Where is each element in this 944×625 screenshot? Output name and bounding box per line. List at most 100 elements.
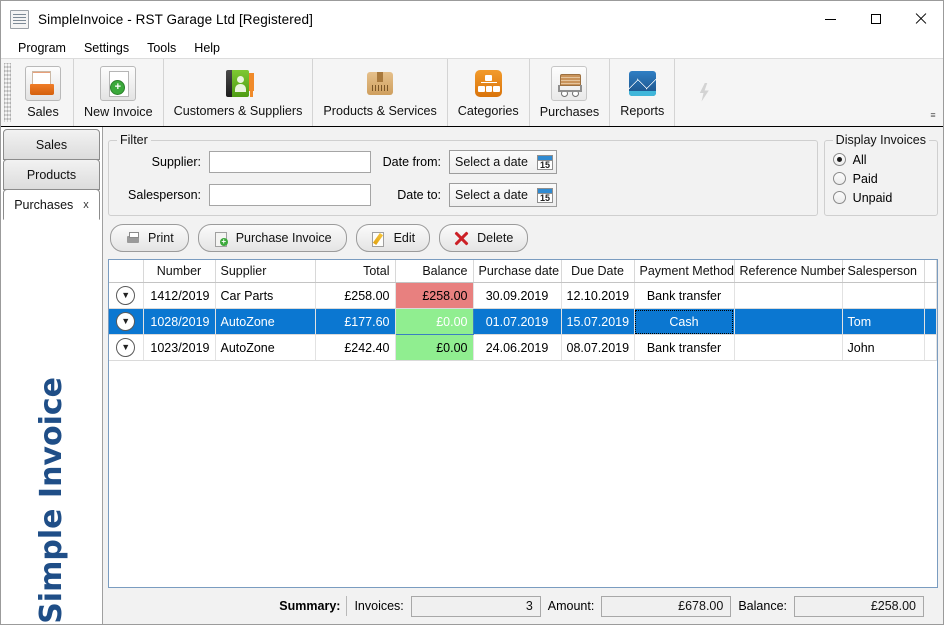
cell-filler [924,308,937,335]
cell-total[interactable]: £242.40 [315,334,396,361]
radio-unpaid[interactable]: Unpaid [832,188,929,207]
date-from-picker[interactable]: Select a date 15 [449,150,557,174]
toolbar-button-new-invoice[interactable]: New Invoice [74,59,164,126]
close-button[interactable] [898,1,943,37]
toolbar-button-customers-suppliers[interactable]: Customers & Suppliers [164,59,314,126]
invoices-grid[interactable]: Number Supplier Total Balance Purchase d… [108,259,938,588]
cell-balance[interactable]: £0.00 [395,334,474,361]
date-to-value: Select a date [455,188,528,202]
menu-help[interactable]: Help [185,39,229,57]
col-due-date[interactable]: Due Date [561,260,635,283]
toolbar-button-products-services[interactable]: Products & Services [313,59,448,126]
col-salesperson[interactable]: Salesperson [842,260,925,283]
cell-due-date[interactable]: 08.07.2019 [561,334,635,361]
salesperson-input[interactable] [209,184,371,206]
expand-row-button[interactable]: ▼ [109,334,144,361]
cell-reference-number[interactable] [734,308,843,335]
print-button[interactable]: Print [110,224,189,252]
radio-paid-icon [832,172,846,185]
close-tab-icon[interactable]: x [83,199,89,211]
supplier-input[interactable] [209,151,371,173]
delete-x-icon [454,231,470,246]
cell-payment-method[interactable]: Cash [634,308,735,335]
sales-folder-icon [25,65,61,101]
col-purchase-date[interactable]: Purchase date [473,260,562,283]
cell-balance[interactable]: £0.00 [394,308,474,335]
sidebar-tab-rail: Sales Products Purchases x Simple Invoic… [1,127,103,624]
cell-total[interactable]: £177.60 [315,308,396,335]
cell-number[interactable]: 1023/2019 [143,334,216,361]
menu-tools[interactable]: Tools [138,39,185,57]
purchase-invoice-button[interactable]: Purchase Invoice [197,224,347,252]
col-reference-number[interactable]: Reference Number [734,260,845,283]
new-document-icon [100,65,137,101]
date-to-picker[interactable]: Select a date 15 [449,183,557,207]
radio-paid[interactable]: Paid [832,169,929,188]
calendar-icon: 15 [537,187,553,203]
edit-button[interactable]: Edit [355,224,431,252]
radio-paid-label: Paid [852,171,878,186]
toolbar-label-sales: Sales [27,104,59,119]
toolbar-button-purchases[interactable]: Purchases [530,59,611,126]
chevron-down-icon: ▼ [116,338,136,357]
sidebar-item-products[interactable]: Products [3,159,100,190]
toolbar-label-categories: Categories [457,103,519,118]
cell-reference-number[interactable] [734,334,843,361]
cell-number[interactable]: 1028/2019 [143,308,216,335]
cell-number[interactable]: 1412/2019 [143,282,216,309]
cell-purchase-date[interactable]: 01.07.2019 [473,308,562,335]
menu-program[interactable]: Program [9,39,75,57]
cell-salesperson[interactable]: Tom [842,308,925,335]
purchase-invoice-label: Purchase Invoice [235,231,332,245]
sidebar-item-purchases[interactable]: Purchases x [3,189,100,220]
cell-salesperson[interactable]: John [842,334,925,361]
toolbar-button-reports[interactable]: Reports [610,59,676,126]
chevron-down-icon: ▼ [116,286,136,305]
table-row[interactable]: ▼ 1412/2019 Car Parts £258.00 £258.00 30… [109,282,937,309]
table-row[interactable]: ▼ 1028/2019 AutoZone £177.60 £0.00 01.07… [109,308,937,335]
cell-due-date[interactable]: 15.07.2019 [561,308,635,335]
chevron-down-icon: ▼ [116,312,136,331]
summary-invoices-label: Invoices: [354,599,404,613]
cell-purchase-date[interactable]: 30.09.2019 [473,282,562,309]
radio-unpaid-label: Unpaid [852,190,893,205]
expand-row-button[interactable]: ▼ [109,308,144,335]
expand-row-button[interactable]: ▼ [109,282,144,309]
cell-balance[interactable]: £258.00 [395,282,474,309]
toolbar-button-quick-action[interactable] [675,59,735,126]
toolbar-button-sales[interactable]: Sales [13,59,74,126]
toolbar-button-categories[interactable]: Categories [448,59,530,126]
minimize-button[interactable] [808,1,853,37]
sidebar-item-sales[interactable]: Sales [3,129,100,160]
col-balance[interactable]: Balance [395,260,474,283]
table-header-row: Number Supplier Total Balance Purchase d… [109,260,937,283]
toolbar-overflow-button[interactable]: ≡ [926,59,940,126]
toolbar-label-new-invoice: New Invoice [84,104,153,119]
col-total[interactable]: Total [315,260,396,283]
cell-supplier[interactable]: AutoZone [215,334,316,361]
cell-purchase-date[interactable]: 24.06.2019 [473,334,562,361]
table-row[interactable]: ▼ 1023/2019 AutoZone £242.40 £0.00 24.06… [109,334,937,361]
toolbar-label-purchases: Purchases [539,104,600,119]
cell-supplier[interactable]: AutoZone [215,308,316,335]
supplier-label: Supplier: [151,155,201,169]
menu-settings[interactable]: Settings [75,39,138,57]
col-payment-method[interactable]: Payment Method [634,260,735,283]
col-number[interactable]: Number [143,260,216,283]
col-supplier[interactable]: Supplier [215,260,316,283]
cell-payment-method[interactable]: Bank transfer [634,282,735,309]
delete-button[interactable]: Delete [439,224,529,252]
radio-all[interactable]: All [832,150,929,169]
cell-payment-method[interactable]: Bank transfer [634,334,735,361]
toolbar-grip[interactable] [4,63,11,122]
cell-total[interactable]: £258.00 [315,282,396,309]
maximize-button[interactable] [853,1,898,37]
cell-reference-number[interactable] [734,282,843,309]
summary-title: Summary: [279,596,348,616]
cell-filler [924,282,937,309]
col-expand[interactable] [109,260,144,283]
minimize-icon [825,18,836,20]
cell-supplier[interactable]: Car Parts [215,282,316,309]
cell-due-date[interactable]: 12.10.2019 [561,282,635,309]
cell-salesperson[interactable] [842,282,925,309]
